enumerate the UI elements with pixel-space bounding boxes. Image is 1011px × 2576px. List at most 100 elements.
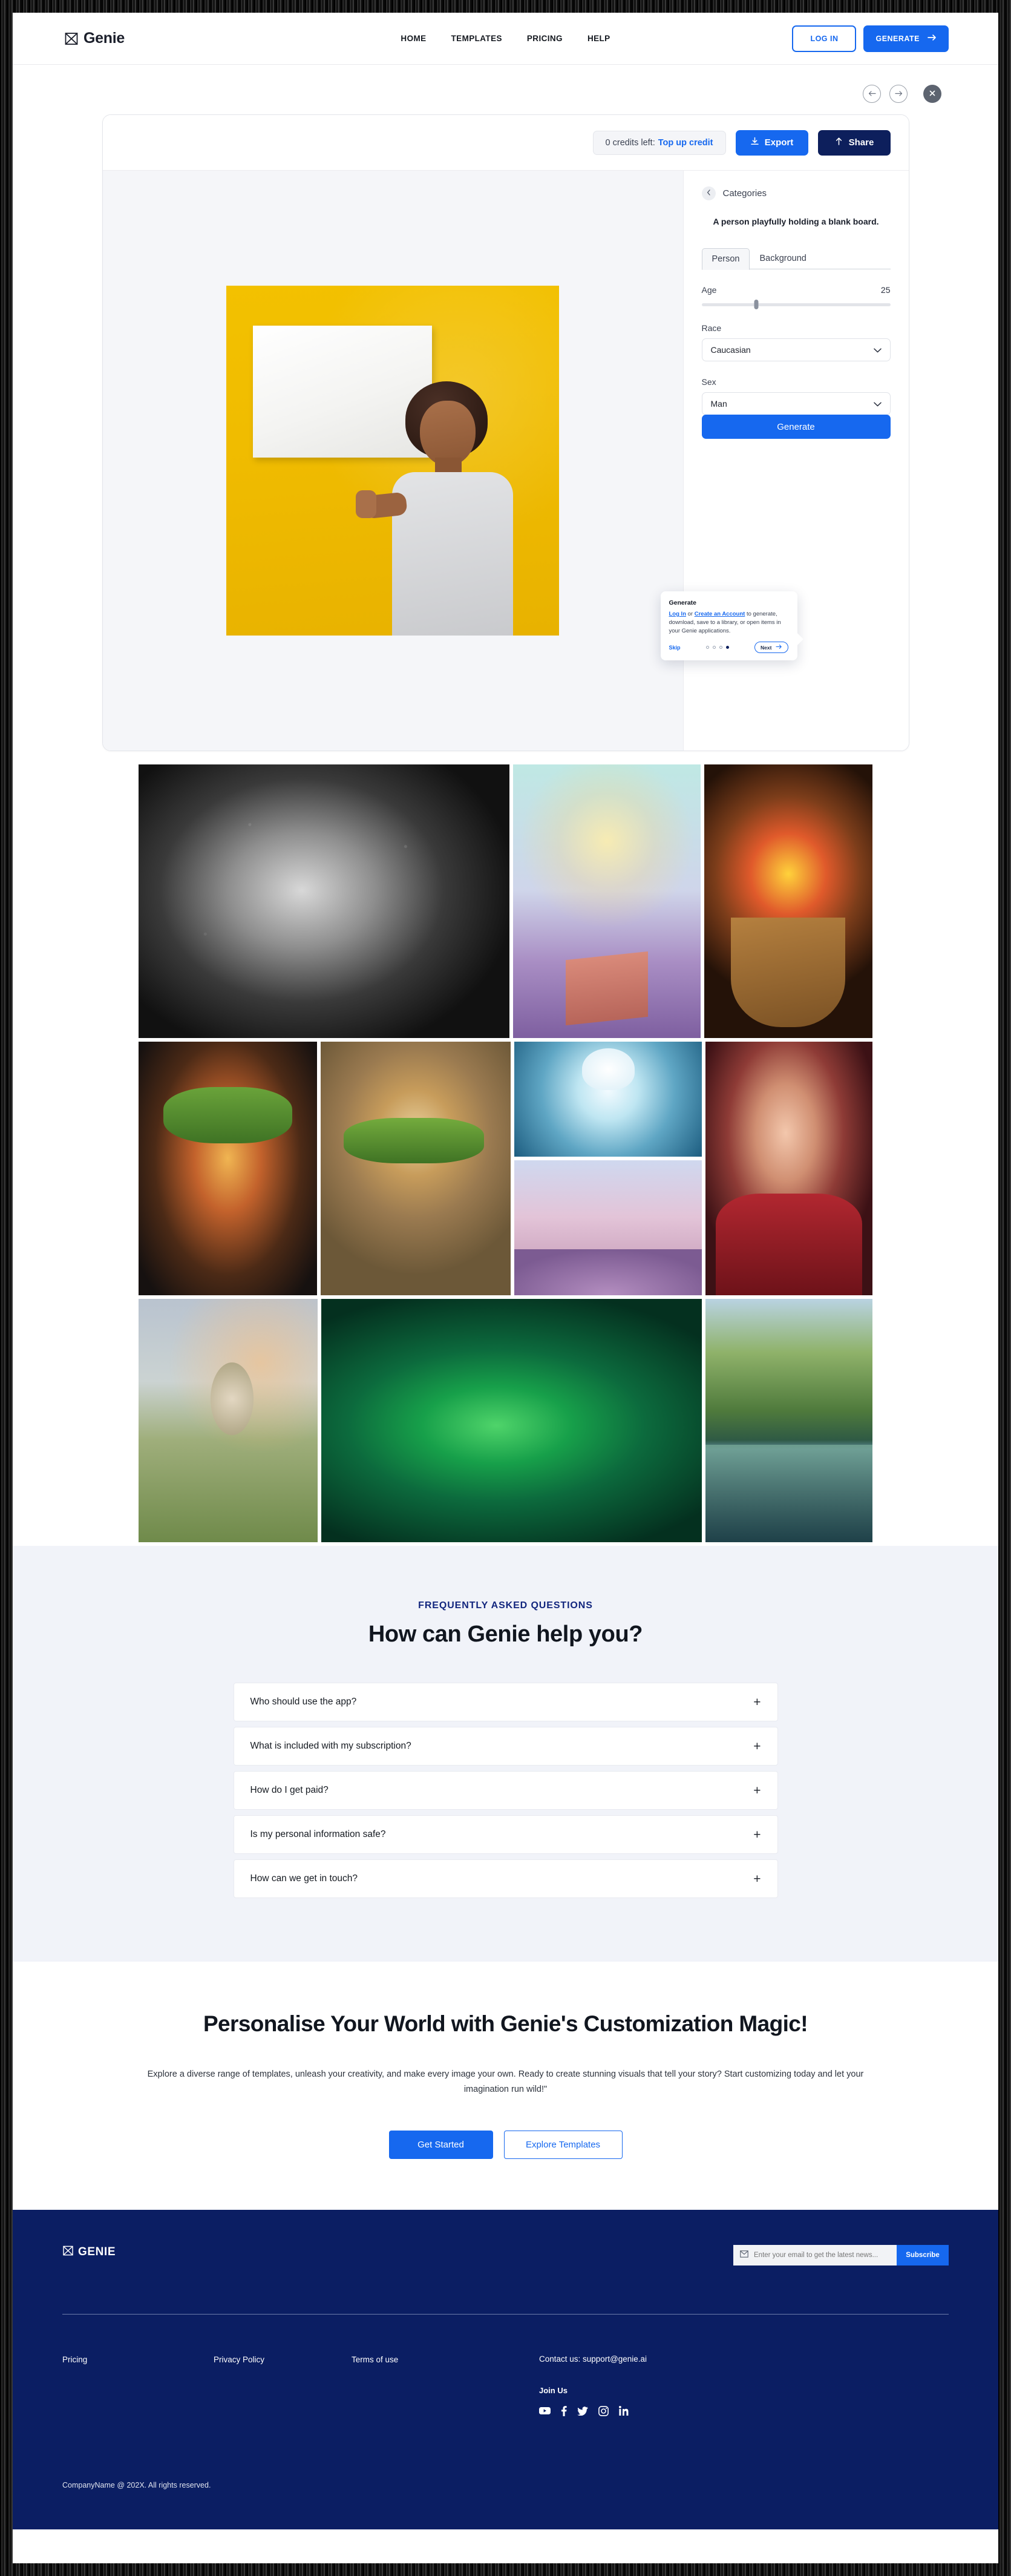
arrow-right-icon	[928, 34, 937, 43]
tooltip-login-link[interactable]: Log In	[669, 611, 687, 617]
newsletter-form: Subscribe	[733, 2244, 949, 2266]
brand-name: Genie	[83, 30, 125, 47]
footer-brand[interactable]: GENIE	[62, 2245, 116, 2259]
share-button[interactable]: Share	[817, 130, 891, 156]
tooltip-skip-button[interactable]: Skip	[669, 645, 681, 651]
nav-item-help[interactable]: HELP	[587, 34, 610, 43]
expand-plus-icon[interactable]: +	[753, 1873, 761, 1885]
image-gallery	[13, 751, 998, 1542]
gallery-tile-green-swamp[interactable]	[321, 1299, 702, 1542]
credits-text: 0 credits left:	[605, 137, 655, 148]
gallery-tile-forest-lake[interactable]	[705, 1299, 872, 1542]
nav-item-pricing[interactable]: PRICING	[527, 34, 563, 43]
expand-plus-icon[interactable]: +	[753, 1740, 761, 1753]
race-field: Race Caucasian	[701, 323, 891, 362]
tab-background[interactable]: Background	[750, 248, 816, 269]
facebook-icon[interactable]	[561, 2405, 567, 2416]
frame-edge-right	[998, 0, 1011, 2576]
frame-edge-bottom	[0, 2563, 1011, 2576]
sex-field: Sex Man	[701, 377, 891, 416]
brand-logo[interactable]: Genie	[64, 30, 125, 47]
twitter-icon[interactable]	[577, 2406, 588, 2416]
next-button[interactable]	[889, 85, 908, 103]
image-canvas[interactable]: Generate Log In or Create an Account to …	[102, 171, 803, 751]
footer-contact[interactable]: Contact us: support@genie.ai	[539, 2354, 647, 2365]
gallery-row-1	[139, 764, 873, 1038]
chevron-down-icon	[873, 345, 882, 355]
youtube-icon[interactable]	[539, 2406, 551, 2416]
faq-item[interactable]: How do I get paid? +	[233, 1771, 778, 1810]
footer-col-terms: Terms of use	[352, 2354, 539, 2365]
gallery-tile-dream-hill[interactable]	[514, 1160, 702, 1295]
close-editor-button[interactable]	[923, 85, 941, 103]
gallery-tile-bw-portrait[interactable]	[139, 764, 510, 1038]
age-label: Age	[701, 285, 717, 295]
faq-item[interactable]: Is my personal information safe? +	[233, 1815, 778, 1854]
footer-link-terms[interactable]: Terms of use	[352, 2355, 398, 2364]
faq-item[interactable]: Who should use the app? +	[233, 1683, 778, 1721]
linkedin-icon[interactable]	[619, 2406, 629, 2416]
generate-nav-button[interactable]: GENERATE	[863, 25, 949, 52]
categories-label: Categories	[722, 188, 767, 199]
expand-plus-icon[interactable]: +	[753, 1828, 761, 1841]
tooltip-create-account-link[interactable]: Create an Account	[695, 611, 745, 617]
age-slider-thumb[interactable]	[754, 300, 759, 310]
nav-actions: LOG IN GENERATE	[792, 25, 949, 52]
age-slider[interactable]	[701, 300, 891, 310]
person-shirt	[392, 472, 513, 636]
editor-toolbar: 0 credits left: Top up credit Export Sha…	[102, 115, 909, 171]
race-select[interactable]: Caucasian	[701, 338, 891, 362]
genie-logo-icon	[64, 31, 79, 46]
instagram-icon[interactable]	[598, 2405, 609, 2416]
prev-button[interactable]	[863, 85, 881, 103]
gallery-tile-lone-tree[interactable]	[139, 1299, 318, 1542]
newsletter-email-input[interactable]	[754, 2251, 890, 2259]
top-up-credit-link[interactable]: Top up credit	[658, 138, 713, 148]
download-icon	[750, 137, 759, 148]
faq-item[interactable]: What is included with my subscription? +	[233, 1727, 778, 1766]
footer-top: GENIE Subscribe	[62, 2244, 949, 2266]
faq-item[interactable]: How can we get in touch? +	[233, 1859, 778, 1898]
footer-link-privacy[interactable]: Privacy Policy	[214, 2355, 264, 2364]
gallery-tile-red-woman[interactable]	[705, 1042, 872, 1295]
gallery-tile-fruit-basket[interactable]	[704, 764, 873, 1038]
footer-col-privacy: Privacy Policy	[214, 2354, 352, 2365]
export-label: Export	[764, 137, 794, 148]
tooltip-next-label: Next	[761, 644, 772, 651]
gallery-tile-magic-boy[interactable]	[513, 764, 701, 1038]
page-root: Genie HOME TEMPLATES PRICING HELP LOG IN…	[13, 13, 998, 2563]
newsletter-input-wrap[interactable]	[733, 2244, 897, 2266]
footer-link-pricing[interactable]: Pricing	[62, 2355, 87, 2364]
tooltip-next-button[interactable]: Next	[754, 642, 789, 654]
credits-badge[interactable]: 0 credits left: Top up credit	[592, 130, 726, 155]
faq-question: How do I get paid?	[250, 1785, 329, 1795]
footer-divider	[62, 2313, 949, 2315]
nav-item-templates[interactable]: TEMPLATES	[451, 34, 502, 43]
onboarding-tooltip: Generate Log In or Create an Account to …	[660, 591, 803, 661]
person-hand	[356, 490, 376, 518]
cta-title: Personalise Your World with Genie's Cust…	[203, 2011, 808, 2036]
sex-select[interactable]: Man	[701, 392, 891, 416]
gallery-tile-blue-bunny[interactable]	[514, 1042, 702, 1157]
expand-plus-icon[interactable]: +	[753, 1696, 761, 1709]
expand-plus-icon[interactable]: +	[753, 1784, 761, 1797]
step-dot-active	[725, 646, 729, 649]
tab-person[interactable]: Person	[701, 248, 750, 270]
nav-item-home[interactable]: HOME	[401, 34, 426, 43]
export-button[interactable]: Export	[735, 130, 808, 156]
categories-back-button[interactable]	[701, 186, 716, 200]
top-navbar: Genie HOME TEMPLATES PRICING HELP LOG IN…	[13, 13, 998, 65]
gallery-tile-flying-burger[interactable]	[321, 1042, 511, 1295]
gallery-stack	[514, 1042, 702, 1295]
faq-question: What is included with my subscription?	[250, 1741, 411, 1751]
generated-image[interactable]	[226, 286, 559, 636]
categories-row[interactable]: Categories	[701, 186, 891, 200]
login-button[interactable]: LOG IN	[792, 25, 857, 52]
gallery-tile-tall-burger[interactable]	[139, 1042, 318, 1295]
chevron-left-icon	[707, 189, 711, 197]
subscribe-button[interactable]: Subscribe	[897, 2244, 949, 2266]
explore-templates-button[interactable]: Explore Templates	[503, 2130, 623, 2159]
get-started-button[interactable]: Get Started	[388, 2130, 493, 2159]
social-links	[539, 2405, 629, 2416]
panel-generate-button[interactable]: Generate	[701, 415, 891, 439]
